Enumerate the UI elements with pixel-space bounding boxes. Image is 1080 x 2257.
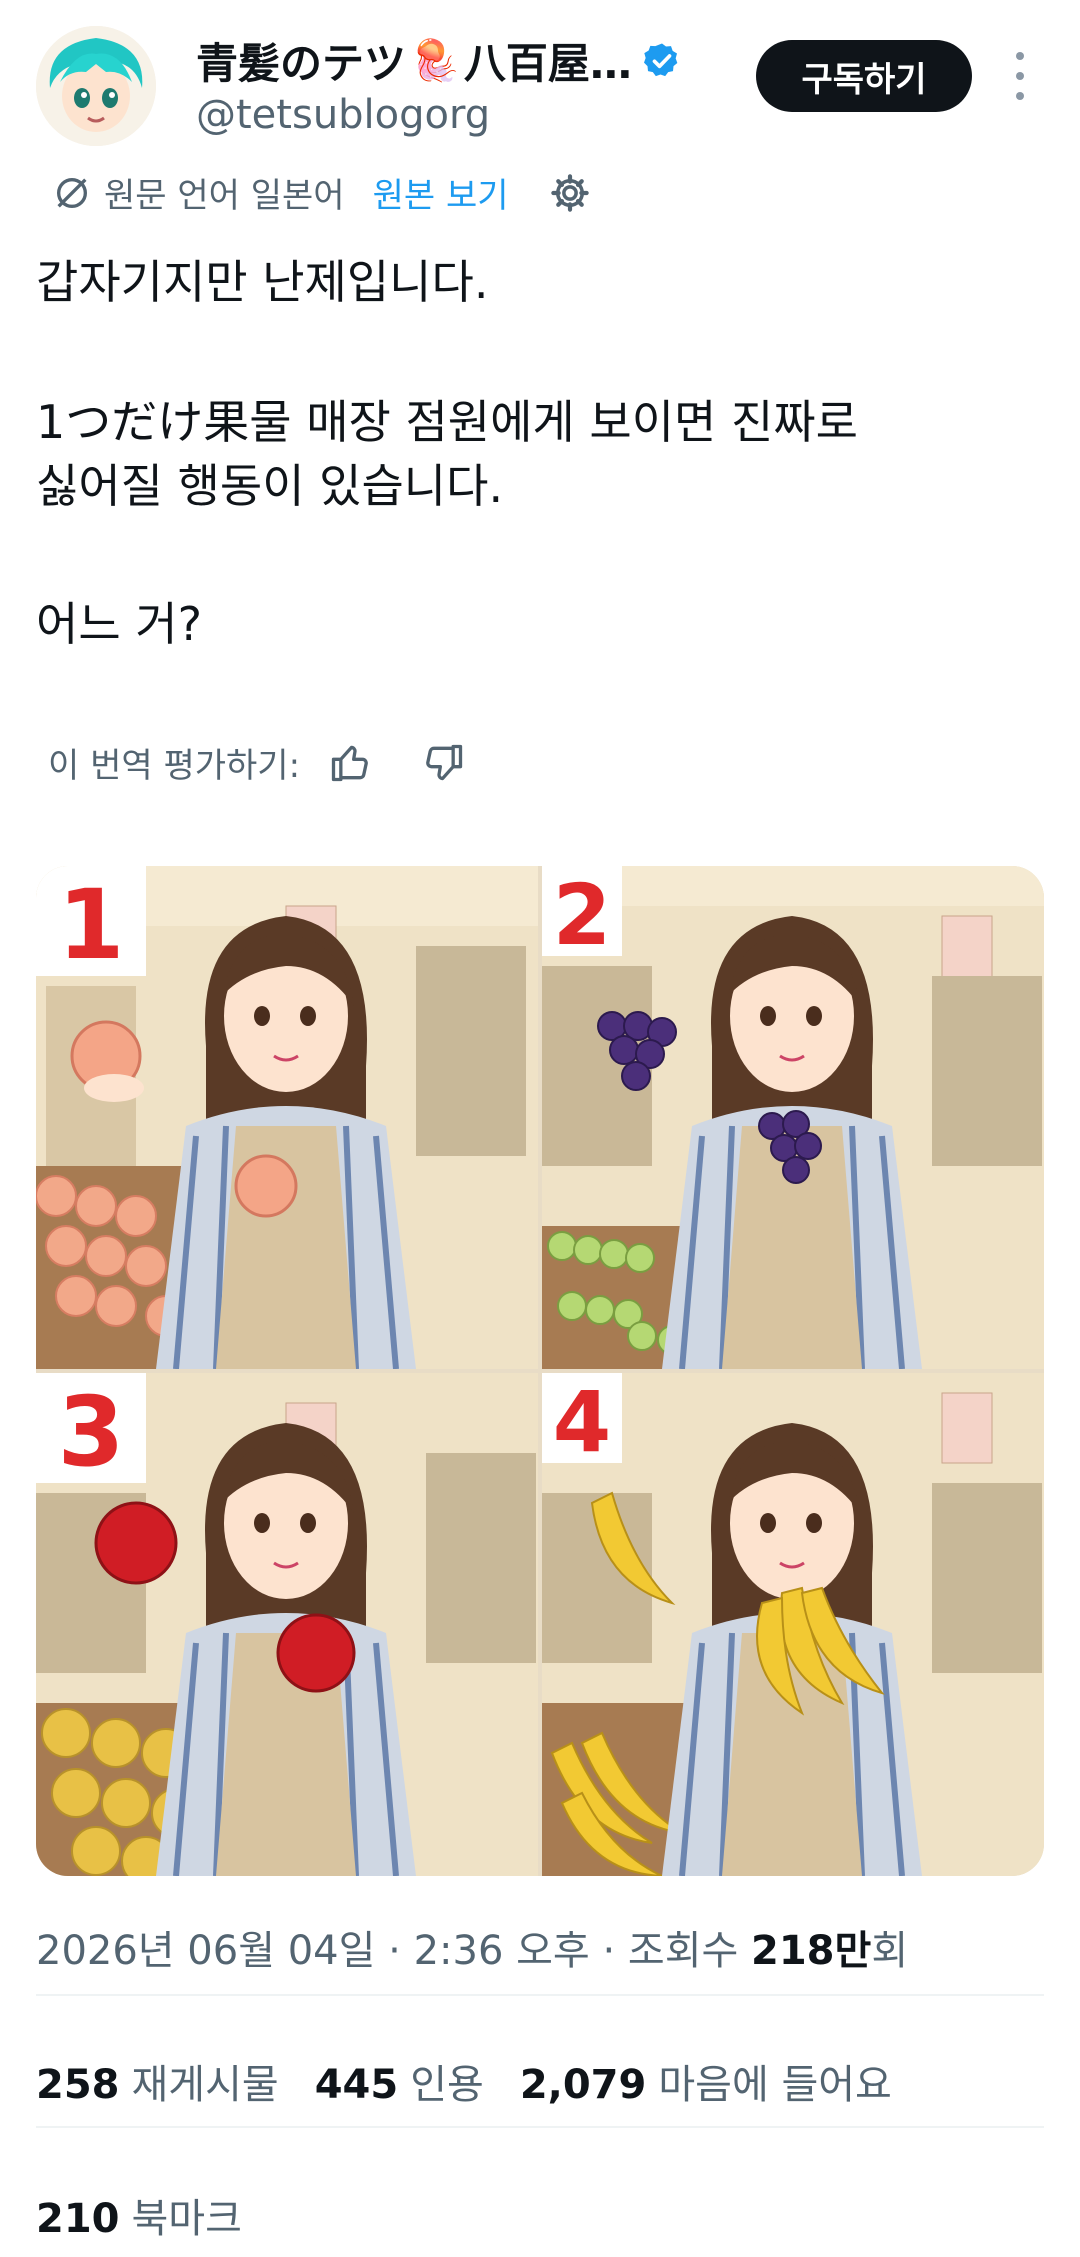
divider [36, 1994, 1044, 1996]
display-name-suffix: 八百屋… [463, 39, 632, 88]
likes-count: 2,079 [519, 2062, 647, 2108]
panel-number-label: 4 [553, 1373, 611, 1471]
likes-label: 마음에 들어요 [658, 2062, 892, 2108]
translate-icon [57, 177, 87, 208]
tweet-media-image[interactable]: 1 2 3 4 [36, 866, 1044, 1876]
puzzle-panel-1: 1 [36, 866, 538, 1369]
divider [36, 2126, 1044, 2128]
tweet-text: 갑자기지만 난제입니다. 1つだけ果물 매장 점원에게 보이면 진짜로 싫어질 … [36, 250, 1036, 656]
subscribe-button[interactable]: 구독하기 [756, 40, 972, 112]
panel-number-label: 3 [58, 1376, 125, 1488]
translation-rating: 이 번역 평가하기: [48, 738, 466, 787]
puzzle-panel-2: 2 [542, 866, 1044, 1369]
panel-number-label: 2 [553, 866, 611, 964]
gear-icon[interactable] [549, 172, 591, 214]
puzzle-panel-3: 3 [36, 1373, 538, 1876]
quotes-label: 인용 [410, 2062, 484, 2108]
views-prefix: 조회수 [627, 1928, 739, 1974]
tweet-line: 어느 거? [36, 597, 202, 651]
rating-label: 이 번역 평가하기: [48, 746, 301, 786]
meta-separator: · [375, 1928, 414, 1974]
more-options-icon[interactable] [1008, 52, 1032, 100]
panel-number-label: 1 [58, 869, 125, 981]
tweet-line: 갑자기지만 난제입니다. [36, 255, 489, 309]
display-name[interactable]: 青髪のテツ 🪼 八百屋… [196, 30, 682, 91]
tweet-time[interactable]: 2:36 오후 [414, 1928, 590, 1974]
verified-badge-icon [643, 43, 678, 76]
reposts-count: 258 [36, 2062, 120, 2108]
reposts-label: 재게시물 [131, 2062, 279, 2108]
bookmarks-count: 210 [36, 2196, 120, 2242]
tweet-date[interactable]: 2026년 06월 04일 [36, 1928, 375, 1974]
tweet-line: 싫어질 행동이 있습니다. [36, 459, 504, 513]
tweet-header: 青髪のテツ 🪼 八百屋… @tetsublogorg 구독하기 [0, 0, 1080, 160]
quotes-count: 445 [314, 2062, 399, 2108]
tweet-meta: 2026년 06월 04일 · 2:36 오후 · 조회수 218만회 [36, 1918, 908, 1976]
meta-separator: · [589, 1928, 628, 1974]
display-name-text: 青髪のテツ [196, 39, 407, 88]
engagement-stats: 258 재게시물 445 인용 2,079 마음에 들어요 [36, 2052, 928, 2110]
likes-stat[interactable]: 2,079 마음에 들어요 [520, 2052, 892, 2110]
thumbs-up-icon[interactable] [328, 741, 372, 785]
jellyfish-icon: 🪼 [410, 38, 460, 84]
view-original-link[interactable]: 원본 보기 [373, 168, 509, 217]
views-suffix: 회 [871, 1928, 909, 1974]
user-handle[interactable]: @tetsublogorg [196, 92, 490, 138]
bookmarks-stat[interactable]: 210 북마크 [36, 2186, 242, 2244]
avatar[interactable] [36, 26, 156, 146]
views-count: 218만 [751, 1928, 872, 1974]
tweet-line: 1つだけ果물 매장 점원에게 보이면 진짜로 [36, 395, 858, 449]
puzzle-panel-4: 4 [542, 1373, 1044, 1876]
translation-bar: 원문 언어 일본어 원본 보기 [52, 168, 591, 217]
reposts-stat[interactable]: 258 재게시물 [36, 2052, 279, 2110]
bookmarks-label: 북마크 [131, 2196, 242, 2242]
quotes-stat[interactable]: 445 인용 [315, 2052, 484, 2110]
thumbs-down-icon[interactable] [422, 741, 466, 785]
translation-note: 원문 언어 일본어 [104, 176, 345, 216]
